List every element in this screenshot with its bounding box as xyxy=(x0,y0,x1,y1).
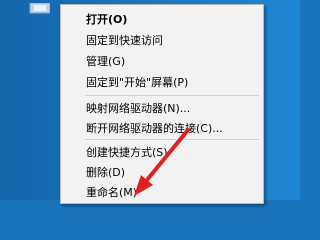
menu-item-label: 重命名(M) xyxy=(86,186,138,199)
menu-item-label: 固定到"开始"屏幕(P) xyxy=(86,76,189,89)
menu-item-disconnect-drive[interactable]: 断开网络驱动器的连接(C)... xyxy=(61,119,263,139)
this-pc-icon[interactable] xyxy=(0,0,51,14)
menu-item-label: 删除(D) xyxy=(86,166,126,179)
menu-item-label: 创建快捷方式(S) xyxy=(86,146,168,159)
menu-item-pin-start[interactable]: 固定到"开始"屏幕(P) xyxy=(61,73,263,93)
menu-item-create-shortcut[interactable]: 创建快捷方式(S) xyxy=(61,143,263,163)
menu-item-label: 固定到快速访问 xyxy=(86,34,163,47)
menu-item-label: 映射网络驱动器(N)... xyxy=(86,102,191,115)
menu-item-label: 断开网络驱动器的连接(C)... xyxy=(86,122,223,135)
menu-separator xyxy=(85,139,259,140)
menu-item-manage[interactable]: 管理(G) xyxy=(61,52,263,72)
menu-item-open[interactable]: 打开(O) xyxy=(61,10,263,30)
menu-item-delete[interactable]: 删除(D) xyxy=(61,163,263,183)
menu-item-label: 打开(O) xyxy=(86,13,128,26)
menu-item-label: 管理(G) xyxy=(86,55,126,68)
menu-item-map-drive[interactable]: 映射网络驱动器(N)... xyxy=(61,99,263,119)
menu-separator xyxy=(85,95,259,96)
menu-item-pin-quick-access[interactable]: 固定到快速访问 xyxy=(61,31,263,51)
menu-item-rename[interactable]: 重命名(M) xyxy=(61,183,263,203)
context-menu: 打开(O) 固定到快速访问 管理(G) 固定到"开始"屏幕(P) 映射网络驱动器… xyxy=(60,4,264,204)
